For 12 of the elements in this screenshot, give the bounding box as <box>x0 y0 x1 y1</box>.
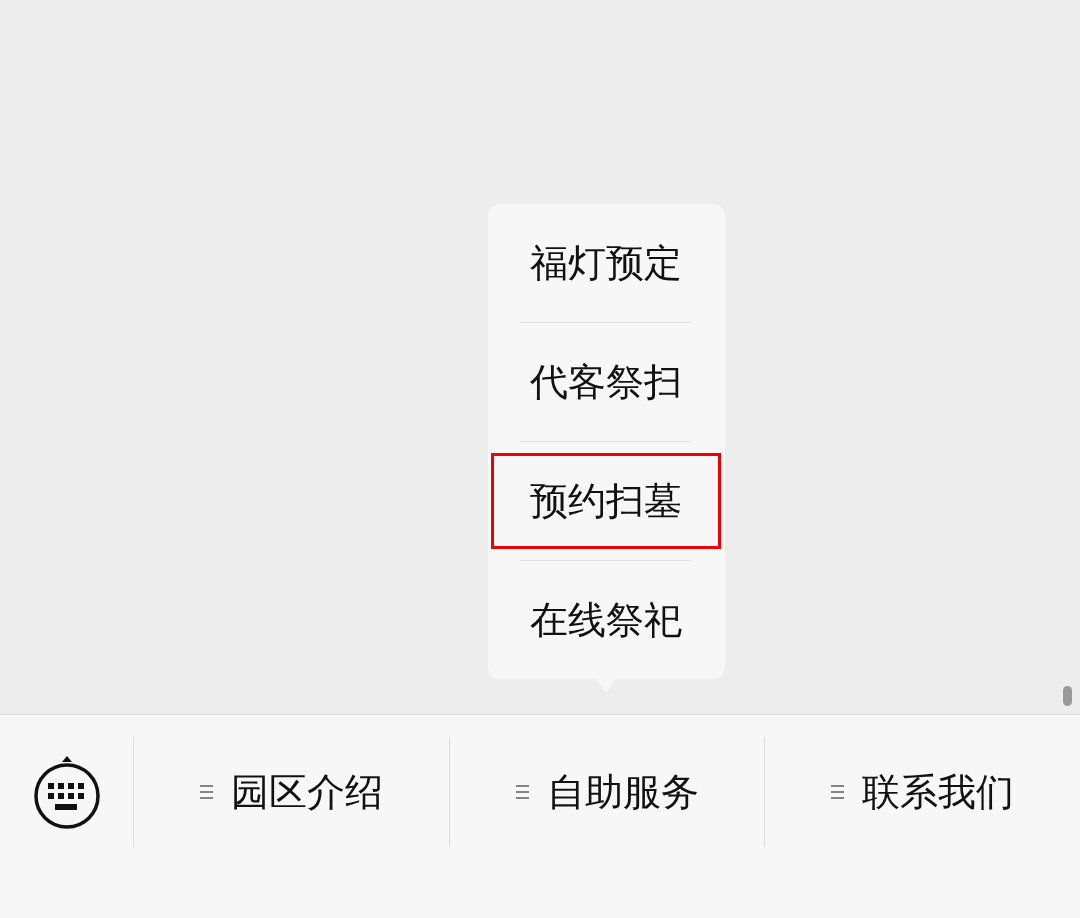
menu-button[interactable]: 联系我们 <box>831 766 1015 818</box>
keyboard-icon[interactable] <box>32 754 101 830</box>
menu-button[interactable]: 园区介绍 <box>199 766 383 818</box>
menu-icon <box>515 784 529 800</box>
menu-icon <box>831 784 845 800</box>
submenu-item[interactable]: 在线祭祀 <box>491 561 722 679</box>
submenu-item[interactable]: 福灯预定 <box>491 204 722 322</box>
menu-button[interactable]: 自助服务 <box>515 766 699 818</box>
submenu-item[interactable]: 预约扫墓 <box>491 453 722 549</box>
scrollbar-thumb <box>1063 686 1072 706</box>
menu-icon <box>199 784 213 800</box>
submenu-item[interactable]: 代客祭扫 <box>491 323 722 441</box>
